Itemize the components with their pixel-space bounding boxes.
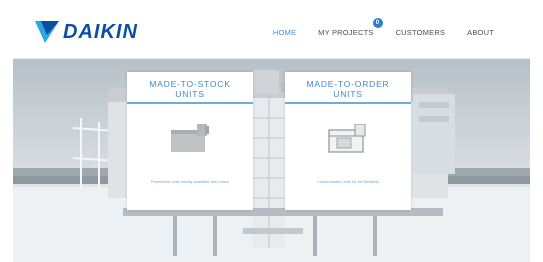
nav-about[interactable]: ABOUT xyxy=(467,28,494,37)
nav-my-projects[interactable]: MY PROJECTS 0 xyxy=(318,18,383,37)
ahu-unit-outline-icon xyxy=(328,124,366,153)
rooftop-ahu-illustration xyxy=(13,70,530,262)
made-to-stock-title-line2: UNITS xyxy=(175,89,205,99)
made-to-order-title: MADE-TO-ORDER UNITS xyxy=(285,79,411,99)
made-to-stock-title: MADE-TO-STOCK UNITS xyxy=(127,79,253,99)
brand-name: DAIKIN xyxy=(63,21,138,43)
app-frame: DAIKIN HOME MY PROJECTS 0 CUSTOMERS ABOU… xyxy=(0,0,543,262)
card-divider xyxy=(127,102,253,104)
nav-customers[interactable]: CUSTOMERS xyxy=(396,28,446,37)
made-to-stock-card[interactable]: MADE-TO-STOCK UNITS Predefined units rea… xyxy=(127,72,253,210)
made-to-order-title-line2: UNITS xyxy=(333,89,363,99)
made-to-stock-caption: Predefined units readily available from … xyxy=(150,179,230,184)
made-to-order-caption: Customizable units for full flexibility xyxy=(316,179,380,184)
made-to-order-title-line1: MADE-TO-ORDER xyxy=(306,79,390,89)
projects-count-badge: 0 xyxy=(372,18,383,28)
card-divider xyxy=(285,102,411,104)
main-nav: HOME MY PROJECTS 0 CUSTOMERS ABOUT xyxy=(273,18,494,37)
daikin-logo-mark-icon xyxy=(35,21,59,43)
nav-home[interactable]: HOME xyxy=(273,28,296,37)
daikin-logo[interactable]: DAIKIN xyxy=(35,20,138,44)
hero-rooftop-scene xyxy=(13,58,530,262)
ahu-unit-icon xyxy=(171,124,209,152)
top-header: DAIKIN HOME MY PROJECTS 0 CUSTOMERS ABOU… xyxy=(13,8,530,59)
nav-my-projects-label: MY PROJECTS xyxy=(318,28,374,37)
made-to-stock-title-line1: MADE-TO-STOCK xyxy=(149,79,231,89)
made-to-order-card[interactable]: MADE-TO-ORDER UNITS Customizable units f… xyxy=(285,72,411,210)
